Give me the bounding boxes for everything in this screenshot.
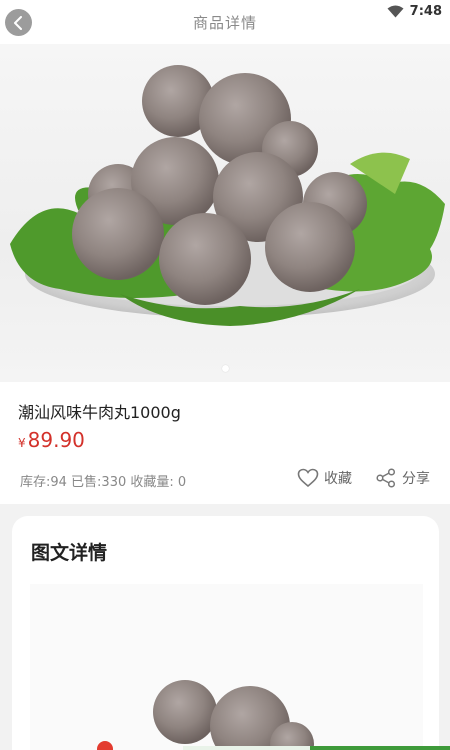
- top-bar: 商品详情 7:48: [0, 0, 450, 44]
- carousel-dot[interactable]: [221, 365, 229, 372]
- wifi-icon: [387, 5, 404, 18]
- status-time: 7:48: [409, 4, 442, 19]
- details-image: [30, 584, 423, 750]
- buy-now-button[interactable]: [310, 746, 450, 750]
- product-name: 潮汕风味牛肉丸1000g: [18, 403, 181, 422]
- carousel-pagination: [0, 365, 450, 372]
- details-product-image: [153, 680, 314, 750]
- product-image-carousel[interactable]: [0, 44, 450, 382]
- status-bar: 7:48: [387, 4, 442, 19]
- favorite-button[interactable]: 收藏: [297, 468, 352, 488]
- price-value: 89.90: [27, 428, 85, 452]
- product-image: [10, 65, 445, 326]
- heart-icon: [297, 468, 319, 488]
- currency-symbol: ¥: [18, 436, 26, 450]
- product-stats: 库存:94 已售:330 收藏量: 0: [20, 475, 187, 490]
- favorite-label: 收藏: [324, 471, 352, 487]
- details-title: 图文详情: [31, 542, 108, 564]
- share-icon: [376, 468, 396, 488]
- cart-count-badge: [97, 741, 113, 750]
- product-info: 潮汕风味牛肉丸1000g ¥ 89.90 库存:94 已售:330 收藏量: 0…: [0, 382, 450, 504]
- page-title: 商品详情: [192, 14, 257, 32]
- product-price: ¥ 89.90: [18, 428, 85, 452]
- share-button[interactable]: 分享: [375, 468, 430, 488]
- details-card: 图文详情: [12, 516, 439, 750]
- product-detail-screen: 商品详情 7:48 潮汕风味牛肉丸1000g ¥ 89.90 库存:94 已售:…: [0, 0, 450, 750]
- share-label: 分享: [402, 471, 430, 487]
